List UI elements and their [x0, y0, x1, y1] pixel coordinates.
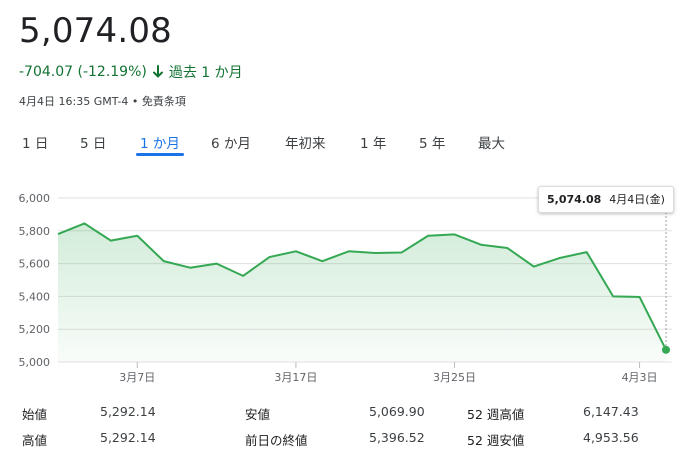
stat-prev-close-value: 5,396.52 — [369, 430, 425, 445]
hover-tooltip: 5,074.08 4月4日(金) — [538, 186, 674, 213]
data-point — [320, 259, 324, 263]
data-point — [82, 221, 86, 225]
data-point — [400, 250, 404, 254]
price-change: -704.07 (-12.19%) 過去 1 か月 — [19, 62, 243, 82]
data-point — [241, 274, 245, 278]
stat-52w-high-label: 52 週高値 — [467, 407, 525, 422]
y-tick-label: 6,000 — [19, 192, 51, 205]
tab-ytd[interactable]: 年初来 — [281, 128, 330, 156]
tooltip-date: 4月4日(金) — [609, 193, 665, 206]
stat-open-value: 5,292.14 — [100, 404, 156, 419]
stat-52w-high-value: 6,147.43 — [583, 404, 639, 419]
data-point — [56, 232, 60, 236]
data-point — [479, 243, 483, 247]
area-fill — [58, 223, 666, 362]
data-point — [638, 295, 642, 299]
current-point-marker — [662, 345, 670, 354]
data-point — [135, 234, 139, 238]
y-tick-label: 5,000 — [19, 356, 51, 369]
stat-low-label: 安値 — [245, 407, 271, 422]
data-point — [294, 249, 298, 253]
arrow-down-icon — [152, 65, 163, 78]
active-tab-indicator — [136, 153, 184, 156]
data-point — [453, 232, 457, 236]
stat-low-value: 5,069.90 — [369, 404, 425, 419]
x-tick-label: 3月7日 — [119, 371, 155, 384]
stat-open-label: 始値 — [22, 407, 48, 422]
timestamp-disclaimer: 4月4日 16:35 GMT-4 • 免責条項 — [19, 95, 186, 108]
stat-high-label: 高値 — [22, 433, 48, 448]
tab-6m[interactable]: 6 か月 — [207, 128, 255, 156]
change-value: -704.07 (-12.19%) — [19, 64, 147, 80]
data-point — [347, 249, 351, 253]
data-point — [215, 262, 219, 266]
x-tick-label: 3月17日 — [274, 371, 317, 384]
data-point — [426, 234, 430, 238]
tab-1m[interactable]: 1 か月 — [136, 128, 184, 156]
stat-52w-low-value: 4,953.56 — [583, 430, 639, 445]
stat-52w-low-label: 52 週安値 — [467, 433, 525, 448]
data-point — [188, 266, 192, 270]
x-tick-label: 4月3日 — [622, 371, 658, 384]
data-point — [109, 239, 113, 243]
tooltip-value: 5,074.08 — [547, 193, 602, 206]
stat-prev-close-label: 前日の終値 — [245, 433, 308, 448]
stat-high-value: 5,292.14 — [100, 430, 156, 445]
data-point — [267, 255, 271, 259]
y-tick-label: 5,400 — [19, 290, 51, 303]
tab-5y[interactable]: 5 年 — [415, 128, 449, 156]
data-point — [505, 246, 509, 250]
tab-5d[interactable]: 5 日 — [76, 128, 110, 156]
data-point — [558, 256, 562, 260]
tab-1d[interactable]: 1 日 — [18, 128, 52, 156]
current-price: 5,074.08 — [19, 11, 173, 51]
data-point — [532, 265, 536, 269]
data-point — [585, 250, 589, 254]
y-tick-label: 5,600 — [19, 258, 51, 271]
y-tick-label: 5,200 — [19, 323, 51, 336]
tab-1y[interactable]: 1 年 — [356, 128, 390, 156]
change-period: 過去 1 か月 — [168, 65, 243, 81]
data-point — [611, 294, 615, 298]
x-tick-label: 3月25日 — [433, 371, 476, 384]
data-point — [373, 251, 377, 255]
y-tick-label: 5,800 — [19, 225, 51, 238]
data-point — [162, 259, 166, 263]
tab-max[interactable]: 最大 — [474, 128, 509, 156]
